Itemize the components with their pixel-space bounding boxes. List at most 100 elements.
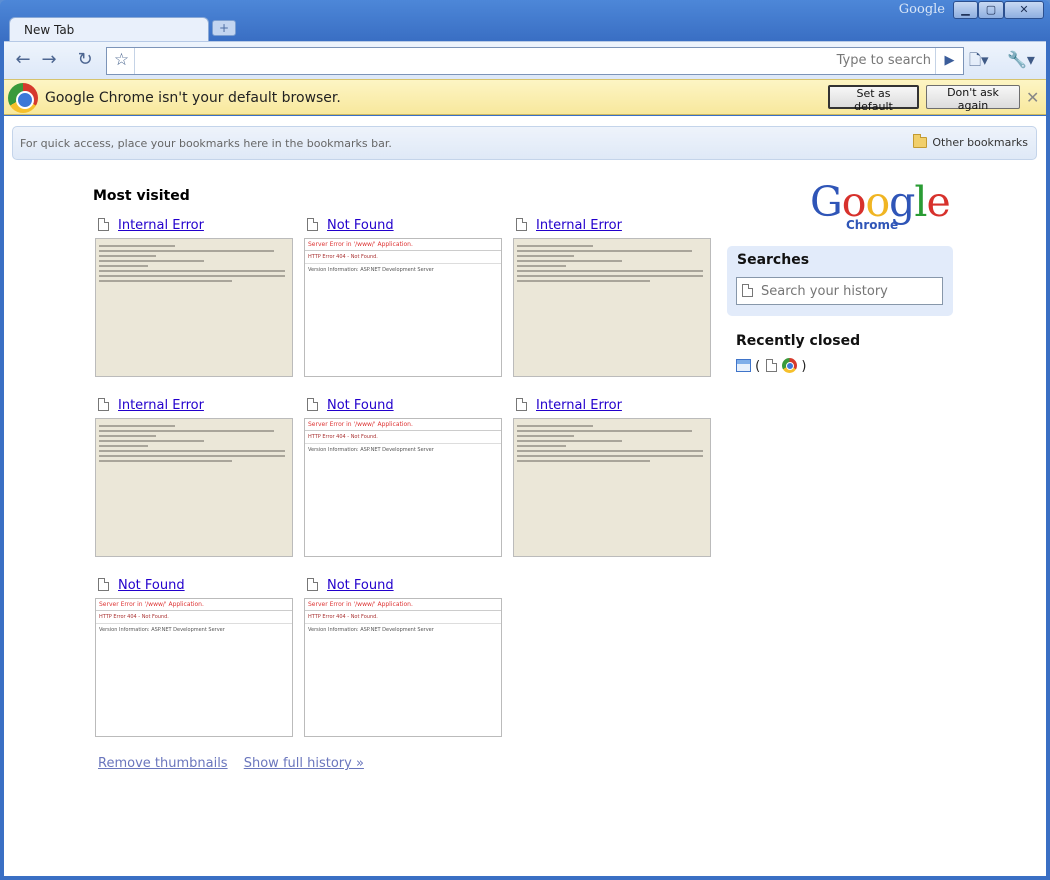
page-icon xyxy=(98,398,109,411)
tile-title-row: Internal Error xyxy=(513,218,711,238)
history-search-input[interactable] xyxy=(761,282,939,300)
thumbnail-text-lines xyxy=(517,245,707,282)
set-as-default-button[interactable]: Set as default xyxy=(828,85,919,113)
recently-closed-title: Recently closed xyxy=(736,333,861,349)
infobar-message: Google Chrome isn't your default browser… xyxy=(45,90,341,106)
tab-new-tab[interactable]: New Tab xyxy=(9,17,209,42)
toolbar: ← → ↻ ☆ Type to search ▶ 🗋▾ 🔧▾ xyxy=(4,41,1046,79)
page-menu-icon[interactable]: 🗋▾ xyxy=(969,48,999,74)
recently-closed-window[interactable]: ( ) xyxy=(736,358,806,374)
page-icon xyxy=(766,359,778,372)
tile-link[interactable]: Not Found xyxy=(118,578,185,593)
tile-thumbnail[interactable]: Server Error in '/www/' Application. HTTP… xyxy=(304,238,502,377)
tile-thumbnail[interactable] xyxy=(95,238,293,377)
most-visited-tile[interactable]: Not Found Server Error in '/www/' Applica… xyxy=(304,398,502,557)
tile-link[interactable]: Internal Error xyxy=(536,218,622,233)
thumbnail-heading: Server Error in '/www/' Application. xyxy=(305,239,501,251)
browser-window: Google ▁ ▢ ✕ New Tab + ← → ↻ ☆ Type to s… xyxy=(0,0,1050,880)
page-icon xyxy=(516,218,527,231)
other-bookmarks-label: Other bookmarks xyxy=(932,136,1028,149)
thumbnail-version-line: Version Information: ASP.NET Development… xyxy=(99,627,225,633)
thumbnail-line: HTTP Error 404 - Not Found. xyxy=(305,611,501,624)
most-visited-tile[interactable]: Not Found Server Error in '/www/' Applica… xyxy=(304,578,502,737)
most-visited-tile[interactable]: Internal Error xyxy=(513,218,711,377)
page-icon xyxy=(98,218,109,231)
folder-icon xyxy=(913,134,928,148)
thumbnail-version-line: Version Information: ASP.NET Development… xyxy=(308,447,434,453)
thumbnail-heading: Server Error in '/www/' Application. xyxy=(305,419,501,431)
thumbnail-text-lines xyxy=(517,425,707,462)
default-browser-infobar: Google Chrome isn't your default browser… xyxy=(4,79,1046,115)
tile-thumbnail[interactable]: Server Error in '/www/' Application. HTTP… xyxy=(95,598,293,737)
omnibox-search-hint: Type to search xyxy=(836,53,931,68)
tile-thumbnail[interactable] xyxy=(95,418,293,557)
maximize-button[interactable]: ▢ xyxy=(978,1,1004,19)
bookmarks-hint: For quick access, place your bookmarks h… xyxy=(20,137,392,150)
go-icon[interactable]: ▶ xyxy=(935,48,963,74)
history-search-field xyxy=(736,277,943,305)
show-full-history-link[interactable]: Show full history » xyxy=(244,756,364,771)
infobar-close-icon[interactable]: ✕ xyxy=(1026,88,1039,107)
star-icon[interactable]: ☆ xyxy=(109,48,135,74)
forward-icon[interactable]: → xyxy=(36,48,62,74)
searches-title: Searches xyxy=(737,252,810,268)
other-bookmarks-button[interactable]: Other bookmarks xyxy=(913,134,1028,149)
tile-thumbnail[interactable] xyxy=(513,418,711,557)
reload-icon[interactable]: ↻ xyxy=(72,48,98,74)
window-brand-title: Google xyxy=(898,2,945,17)
tile-link[interactable]: Internal Error xyxy=(118,398,204,413)
tile-thumbnail[interactable]: Server Error in '/www/' Application. HTTP… xyxy=(304,598,502,737)
chrome-logo-icon xyxy=(8,83,38,113)
page-icon xyxy=(742,284,753,297)
wrench-icon[interactable]: 🔧▾ xyxy=(1007,48,1041,74)
page-icon xyxy=(307,578,318,591)
tile-thumbnail[interactable] xyxy=(513,238,711,377)
thumbnail-line: HTTP Error 404 - Not Found. xyxy=(305,431,501,444)
tile-title-row: Not Found xyxy=(304,398,502,418)
thumbnail-line: HTTP Error 404 - Not Found. xyxy=(96,611,292,624)
tile-title-row: Not Found xyxy=(304,578,502,598)
thumbnail-version-line: Version Information: ASP.NET Development… xyxy=(308,627,434,633)
chrome-tab-icon xyxy=(782,358,798,373)
tile-link[interactable]: Not Found xyxy=(327,218,394,233)
most-visited-tile[interactable]: Internal Error xyxy=(95,398,293,557)
window-icon xyxy=(736,359,751,372)
bookmarks-bar: For quick access, place your bookmarks h… xyxy=(12,126,1037,160)
plus-icon: + xyxy=(218,21,230,35)
back-icon[interactable]: ← xyxy=(10,48,36,74)
new-tab-button[interactable]: + xyxy=(212,20,236,36)
bottom-links: Remove thumbnails Show full history » xyxy=(98,756,376,771)
most-visited-tile[interactable]: Internal Error xyxy=(513,398,711,557)
address-input[interactable] xyxy=(137,50,797,72)
rc-close-paren: ) xyxy=(801,359,807,374)
tile-link[interactable]: Not Found xyxy=(327,578,394,593)
tile-link[interactable]: Internal Error xyxy=(536,398,622,413)
tile-link[interactable]: Internal Error xyxy=(118,218,204,233)
page-icon xyxy=(307,218,318,231)
dont-ask-again-button[interactable]: Don't ask again xyxy=(926,85,1020,112)
tile-title-row: Not Found xyxy=(304,218,502,238)
most-visited-title: Most visited xyxy=(93,188,190,204)
thumbnail-heading: Server Error in '/www/' Application. xyxy=(96,599,292,611)
page-icon xyxy=(98,578,109,591)
page-icon xyxy=(516,398,527,411)
omnibox: ☆ Type to search ▶ xyxy=(106,47,964,75)
new-tab-page: For quick access, place your bookmarks h… xyxy=(4,116,1046,876)
rc-open-paren: ( xyxy=(755,359,761,374)
page-icon xyxy=(307,398,318,411)
thumbnail-heading: Server Error in '/www/' Application. xyxy=(305,599,501,611)
remove-thumbnails-link[interactable]: Remove thumbnails xyxy=(98,756,228,771)
most-visited-tile[interactable]: Not Found Server Error in '/www/' Applica… xyxy=(95,578,293,737)
tile-title-row: Internal Error xyxy=(95,398,293,418)
minimize-button[interactable]: ▁ xyxy=(953,1,978,19)
chrome-logo-text: Chrome xyxy=(846,218,899,232)
tile-link[interactable]: Not Found xyxy=(327,398,394,413)
tile-title-row: Not Found xyxy=(95,578,293,598)
tile-title-row: Internal Error xyxy=(513,398,711,418)
tile-title-row: Internal Error xyxy=(95,218,293,238)
most-visited-tile[interactable]: Not Found Server Error in '/www/' Applica… xyxy=(304,218,502,377)
tile-thumbnail[interactable]: Server Error in '/www/' Application. HTTP… xyxy=(304,418,502,557)
most-visited-tile[interactable]: Internal Error xyxy=(95,218,293,377)
close-window-button[interactable]: ✕ xyxy=(1004,1,1044,19)
thumbnail-text-lines xyxy=(99,245,289,282)
